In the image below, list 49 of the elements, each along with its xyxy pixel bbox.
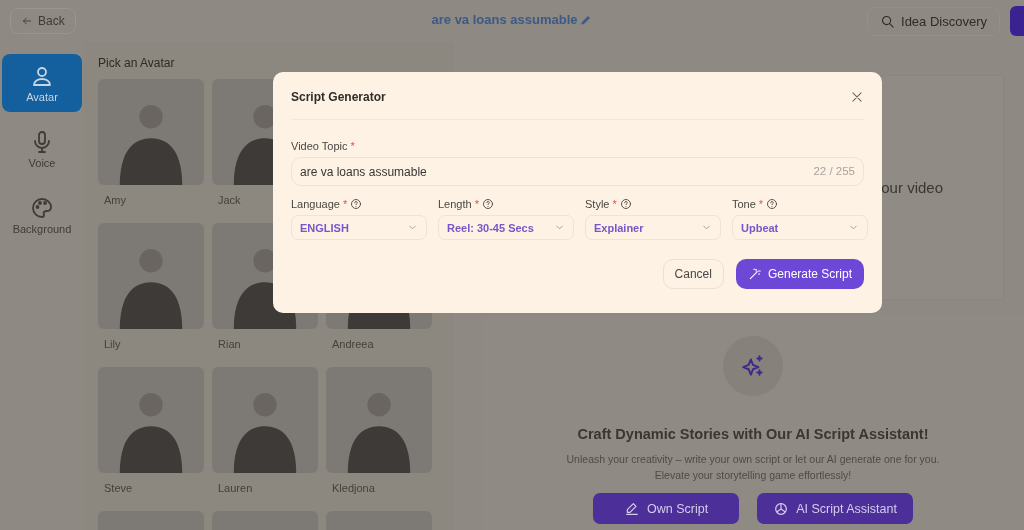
field-label: Style <box>585 198 610 210</box>
avatar-name: Lily <box>104 338 122 350</box>
search-icon <box>880 13 895 29</box>
back-button[interactable]: Back <box>10 8 76 34</box>
avatar-name: Rian <box>218 338 242 350</box>
close-icon <box>850 90 864 104</box>
pencil-icon <box>580 13 593 26</box>
sidebar-tab[interactable]: Voice <box>2 120 82 178</box>
dropdown[interactable]: Upbeat <box>732 215 868 240</box>
help-icon <box>766 198 779 210</box>
avatar-name: Steve <box>104 482 134 494</box>
palette-icon <box>30 195 54 220</box>
generate-script-button[interactable]: Generate Script <box>735 259 864 289</box>
required-mark: * <box>758 198 764 210</box>
section-title: Pick an Avatar <box>98 56 176 70</box>
sparkle-icon <box>740 353 766 379</box>
close-button[interactable] <box>850 90 864 104</box>
help-icon <box>619 198 632 210</box>
avatar-name: Amy <box>104 194 127 206</box>
dialog-title: Script Generator <box>291 90 386 104</box>
cancel-button[interactable]: Cancel <box>662 259 724 289</box>
preview-text: our video <box>881 179 943 196</box>
required-mark: * <box>612 198 617 210</box>
left-arrow-icon <box>21 15 33 27</box>
avatar-name: Lauren <box>218 482 254 494</box>
ai-script-button[interactable]: AI Script Assistant <box>757 493 913 524</box>
help-icon <box>481 198 494 210</box>
sidebar-tab[interactable]: Background <box>2 186 82 244</box>
help-icon <box>350 198 363 210</box>
required-mark: * <box>342 198 348 210</box>
own-script-button[interactable]: Own Script <box>593 493 740 524</box>
idea-discovery-button[interactable]: Idea Discovery <box>867 6 1000 36</box>
required-mark: * <box>474 198 479 210</box>
field-label: Video Topic <box>291 140 348 152</box>
dropdown[interactable]: ENGLISH <box>291 215 427 240</box>
avatar-name: Andreea <box>332 338 375 350</box>
sidebar-tab[interactable]: Avatar <box>2 54 82 112</box>
field-label: Tone <box>732 198 756 210</box>
dropdown[interactable]: Explainer <box>585 215 721 240</box>
field-label: Length <box>438 198 472 210</box>
required-mark: * <box>350 140 355 152</box>
edit-icon <box>624 500 641 517</box>
avatar-name: Kledjona <box>332 482 376 494</box>
section-heading: Craft Dynamic Stories with Our AI Script Assistant! <box>577 426 929 442</box>
magic-wand-icon <box>747 267 762 281</box>
character-counter: 22 / 255 <box>813 165 855 177</box>
dropdown[interactable]: Reel: 30-45 Secs <box>438 215 574 240</box>
field-label: Language <box>291 198 340 210</box>
action-button[interactable] <box>1010 6 1024 36</box>
